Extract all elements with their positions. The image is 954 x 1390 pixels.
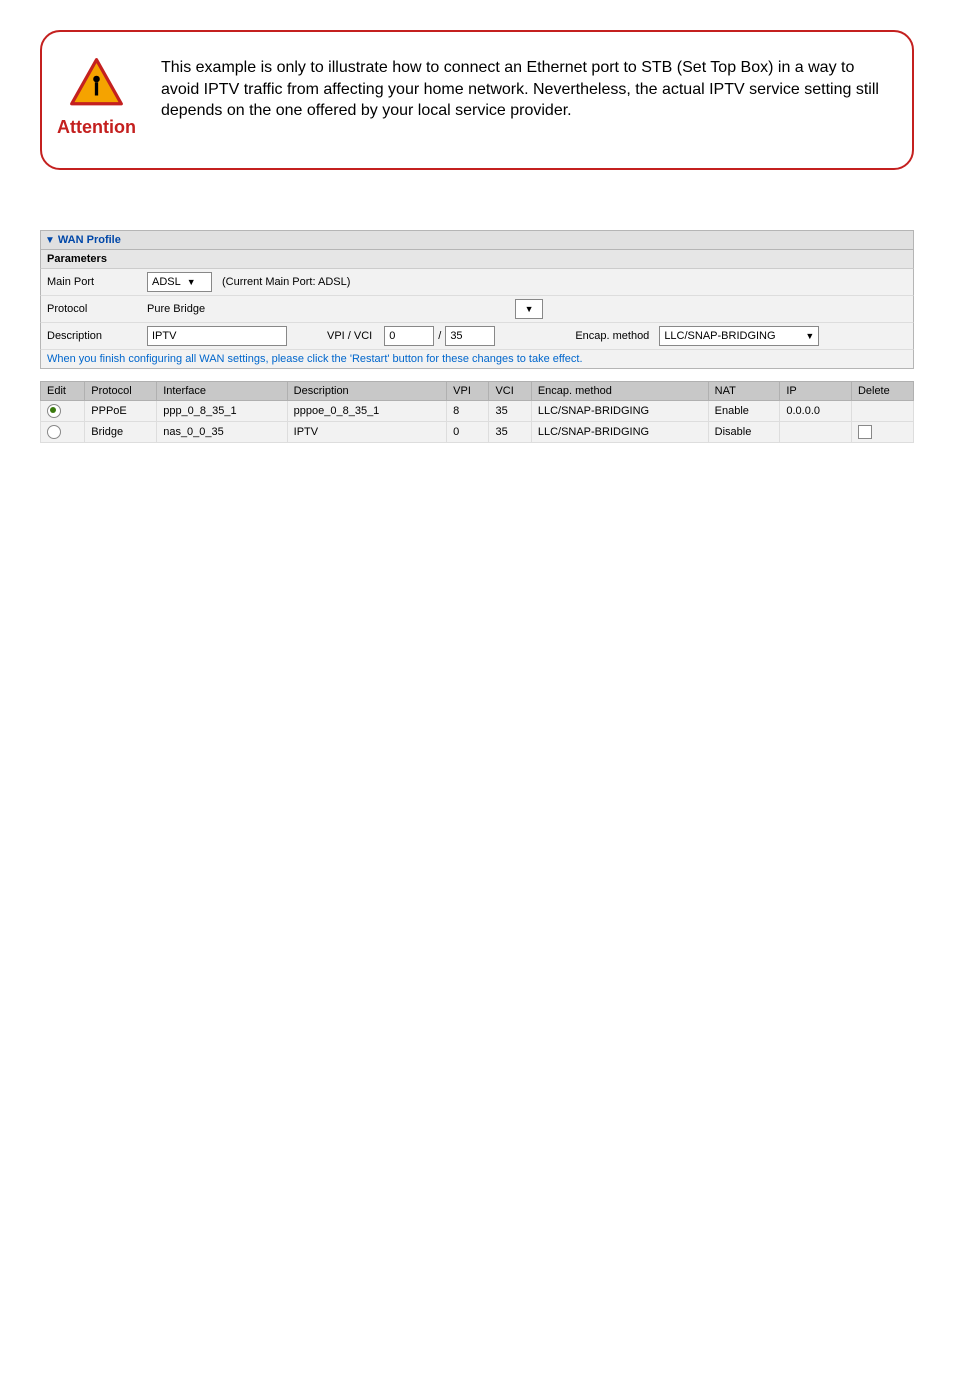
cell-delete — [851, 401, 913, 422]
protocol-row: Protocol Pure Bridge ▼ — [40, 296, 914, 323]
th-vci: VCI — [489, 382, 531, 401]
edit-radio[interactable] — [47, 425, 61, 439]
cell-protocol: Bridge — [85, 422, 157, 443]
wan-profile-header[interactable]: ▼ WAN Profile — [40, 230, 914, 250]
table-header-row: Edit Protocol Interface Description VPI … — [41, 382, 914, 401]
cell-interface: nas_0_0_35 — [157, 422, 287, 443]
cell-interface: ppp_0_8_35_1 — [157, 401, 287, 422]
th-encap: Encap. method — [531, 382, 708, 401]
vci-value: 35 — [450, 330, 462, 342]
cell-vci: 35 — [489, 401, 531, 422]
vci-separator: / — [438, 330, 441, 342]
table-row: PPPoE ppp_0_8_35_1 pppoe_0_8_35_1 8 35 L… — [41, 401, 914, 422]
delete-checkbox[interactable] — [858, 425, 872, 439]
caret-down-icon: ▼ — [187, 277, 196, 287]
encap-label: Encap. method — [575, 330, 649, 342]
wan-profile-panel: ▼ WAN Profile Parameters Main Port ADSL … — [40, 230, 914, 369]
main-port-select[interactable]: ADSL ▼ — [147, 272, 212, 292]
encap-select[interactable]: LLC/SNAP-BRIDGING ▼ — [659, 326, 819, 346]
cell-description: pppoe_0_8_35_1 — [287, 401, 446, 422]
main-port-row: Main Port ADSL ▼ (Current Main Port: ADS… — [40, 269, 914, 296]
protocol-select[interactable]: ▼ — [515, 299, 543, 319]
edit-radio[interactable] — [47, 404, 61, 418]
vpi-vci-label: VPI / VCI — [327, 330, 372, 342]
th-delete: Delete — [851, 382, 913, 401]
cell-nat: Disable — [708, 422, 780, 443]
cell-vpi: 8 — [447, 401, 489, 422]
th-nat: NAT — [708, 382, 780, 401]
wan-list-table: Edit Protocol Interface Description VPI … — [40, 381, 914, 443]
cell-encap: LLC/SNAP-BRIDGING — [531, 422, 708, 443]
caret-down-icon: ▼ — [805, 331, 814, 341]
th-protocol: Protocol — [85, 382, 157, 401]
parameters-header: Parameters — [40, 250, 914, 269]
restart-note: When you finish configuring all WAN sett… — [40, 350, 914, 369]
attention-text: This example is only to illustrate how t… — [161, 57, 887, 122]
wan-profile-title: WAN Profile — [58, 234, 121, 246]
main-port-value: ADSL — [152, 276, 181, 288]
cell-encap: LLC/SNAP-BRIDGING — [531, 401, 708, 422]
cell-delete — [851, 422, 913, 443]
main-port-note: (Current Main Port: ADSL) — [222, 276, 350, 288]
attention-label: Attention — [57, 117, 136, 138]
table-row: Bridge nas_0_0_35 IPTV 0 35 LLC/SNAP-BRI… — [41, 422, 914, 443]
main-port-label: Main Port — [47, 276, 147, 288]
cell-protocol: PPPoE — [85, 401, 157, 422]
th-vpi: VPI — [447, 382, 489, 401]
attention-box: Attention This example is only to illust… — [40, 30, 914, 170]
warning-icon — [69, 57, 124, 112]
cell-vpi: 0 — [447, 422, 489, 443]
cell-ip — [780, 422, 852, 443]
description-row: Description IPTV VPI / VCI 0 / 35 Encap.… — [40, 323, 914, 350]
description-value: IPTV — [152, 330, 176, 342]
th-interface: Interface — [157, 382, 287, 401]
protocol-value: Pure Bridge — [147, 303, 205, 315]
th-edit: Edit — [41, 382, 85, 401]
caret-down-icon: ▼ — [45, 235, 55, 246]
cell-description: IPTV — [287, 422, 446, 443]
vpi-input[interactable]: 0 — [384, 326, 434, 346]
th-ip: IP — [780, 382, 852, 401]
caret-down-icon: ▼ — [525, 304, 534, 314]
cell-vci: 35 — [489, 422, 531, 443]
protocol-label: Protocol — [47, 303, 147, 315]
vci-input[interactable]: 35 — [445, 326, 495, 346]
cell-ip: 0.0.0.0 — [780, 401, 852, 422]
description-input[interactable]: IPTV — [147, 326, 287, 346]
description-label: Description — [47, 330, 147, 342]
cell-nat: Enable — [708, 401, 780, 422]
attention-left: Attention — [57, 57, 136, 138]
th-description: Description — [287, 382, 446, 401]
encap-value: LLC/SNAP-BRIDGING — [664, 330, 775, 342]
vpi-value: 0 — [389, 330, 395, 342]
